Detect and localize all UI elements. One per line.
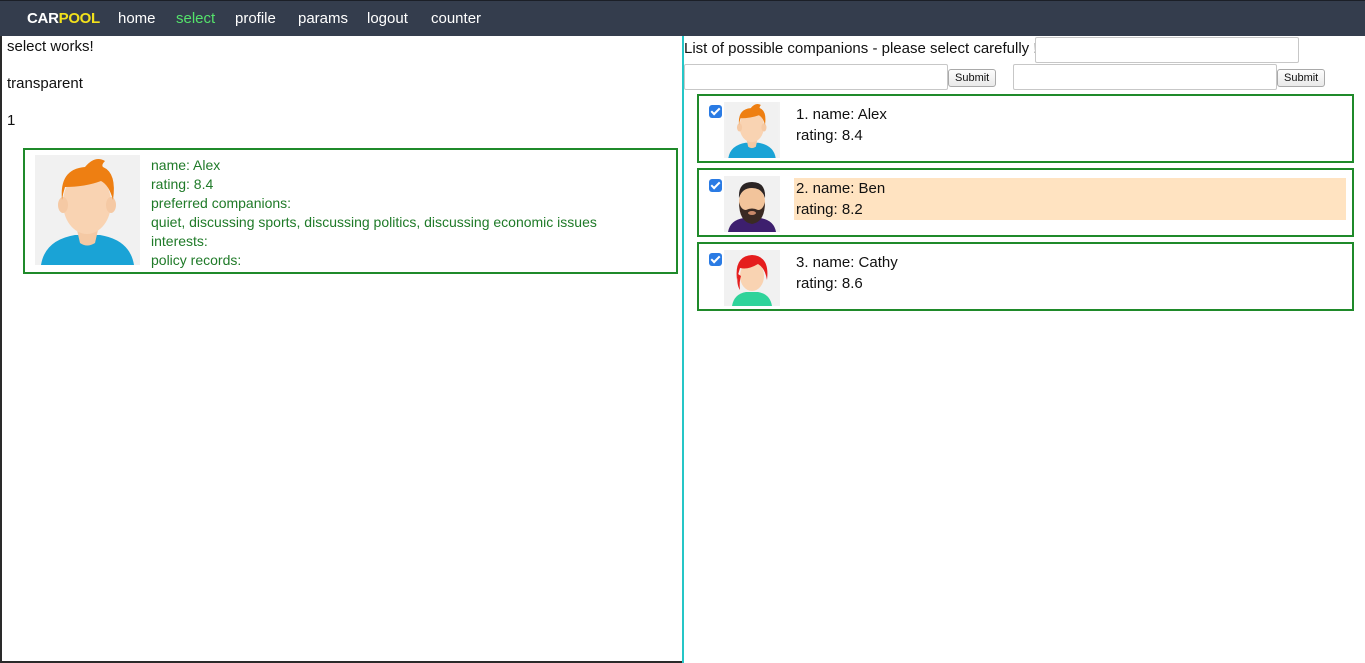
brand-car: CAR <box>27 10 59 27</box>
companion-checkbox-cathy[interactable] <box>709 253 722 266</box>
companions-list-title: List of possible companions - please sel… <box>684 40 1038 57</box>
companion-checkbox-ben[interactable] <box>709 179 722 192</box>
right-panel: List of possible companions - please sel… <box>684 36 1365 663</box>
counter-value-text: 1 <box>7 112 16 129</box>
companion-card-alex[interactable]: 1. name: Alex rating: 8.4 <box>697 94 1354 163</box>
companion-info-ben: 2. name: Ben rating: 8.2 <box>794 178 1346 220</box>
detail-preferred-values: quiet, discussing sports, discussing pol… <box>151 214 597 230</box>
companion-name: 3. name: Cathy <box>796 254 898 271</box>
companion-text-input-1[interactable] <box>1035 37 1299 63</box>
detail-policy-records: policy records: <box>151 252 242 268</box>
submit-button-2[interactable]: Submit <box>1277 69 1326 87</box>
companion-card-cathy[interactable]: 3. name: Cathy rating: 8.6 <box>697 242 1354 311</box>
companion-info-cathy: 3. name: Cathy rating: 8.6 <box>794 252 1346 294</box>
nav-profile-link[interactable]: profile <box>235 10 276 27</box>
detail-interests: interests: <box>151 233 208 249</box>
nav-logout-link[interactable]: logout <box>367 10 408 27</box>
woman-red-hair-avatar-icon <box>724 250 780 306</box>
brand-logo[interactable]: CARPOOL <box>27 10 100 27</box>
nav-home-link[interactable]: home <box>118 10 156 27</box>
bearded-man-avatar-icon <box>724 176 780 232</box>
detail-info: name: Alex rating: 8.4 preferred compani… <box>151 156 597 270</box>
companion-text-input-3[interactable] <box>1013 64 1277 90</box>
left-panel: select works! transparent 1 name: Alex r… <box>0 36 683 663</box>
companion-name: 1. name: Alex <box>796 106 887 123</box>
selected-companion-detail-card: name: Alex rating: 8.4 preferred compani… <box>23 148 678 274</box>
companion-name: 2. name: Ben <box>796 180 886 197</box>
man-orange-hair-avatar-icon <box>724 102 780 158</box>
companion-rating: rating: 8.4 <box>796 127 863 144</box>
companion-text-input-2[interactable] <box>684 64 948 90</box>
companion-checkbox-alex[interactable] <box>709 105 722 118</box>
companion-card-ben[interactable]: 2. name: Ben rating: 8.2 <box>697 168 1354 237</box>
select-works-text: select works! <box>7 38 94 55</box>
detail-preferred-label: preferred companions: <box>151 195 292 211</box>
nav-counter-link[interactable]: counter <box>431 10 481 27</box>
detail-name: name: Alex <box>151 157 221 173</box>
nav-select-link[interactable]: select <box>176 10 215 27</box>
top-navbar: CARPOOL home select profile params logou… <box>0 0 1365 36</box>
transparent-text: transparent <box>7 75 83 92</box>
companion-rating: rating: 8.2 <box>796 201 863 218</box>
submit-button-1[interactable]: Submit <box>948 69 997 87</box>
brand-pool: POOL <box>58 10 101 27</box>
man-orange-hair-avatar-icon <box>35 155 140 265</box>
detail-rating: rating: 8.4 <box>151 176 214 192</box>
nav-params-link[interactable]: params <box>298 10 348 27</box>
companion-info-alex: 1. name: Alex rating: 8.4 <box>794 104 1346 146</box>
companion-rating: rating: 8.6 <box>796 275 863 292</box>
